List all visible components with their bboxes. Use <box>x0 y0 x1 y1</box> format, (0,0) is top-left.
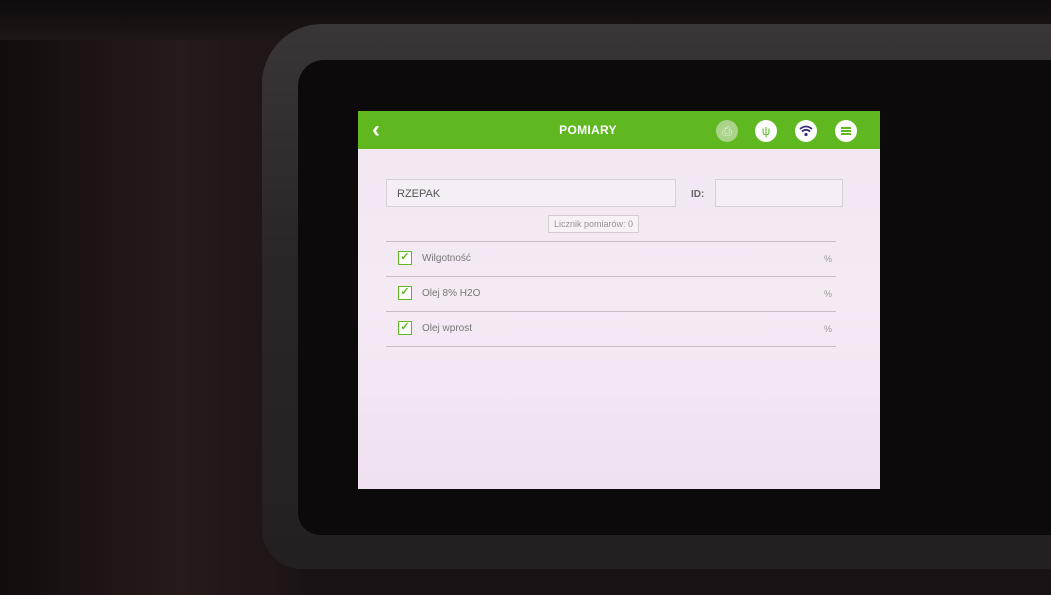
checkbox[interactable]: ✓ <box>398 251 412 265</box>
parameter-unit: % <box>823 254 832 264</box>
usb-icon[interactable]: ψ <box>755 120 777 142</box>
parameter-name: Wilgotność <box>422 253 471 264</box>
device-screen: ‹ POMIARY ⎙ ψ RZEPAK ID: Licznik pomiaró… <box>358 111 880 489</box>
menu-icon[interactable] <box>835 120 857 142</box>
wifi-icon[interactable] <box>795 120 817 142</box>
id-field[interactable] <box>715 179 843 207</box>
measurement-counter-badge: Licznik pomiarów: 0 <box>548 215 640 233</box>
list-item[interactable]: ✓ Wilgotność % <box>386 241 836 276</box>
parameter-list: ✓ Wilgotność % ✓ Olej 8% H2O % ✓ Olej wp… <box>386 241 836 347</box>
parameter-name: Olej 8% H2O <box>422 288 481 299</box>
page-title: POMIARY <box>559 123 617 137</box>
chevron-left-icon[interactable]: ‹ <box>364 117 388 143</box>
list-item[interactable]: ✓ Olej 8% H2O % <box>386 276 836 311</box>
sample-name-field[interactable]: RZEPAK <box>386 179 676 207</box>
id-label: ID: <box>691 189 705 200</box>
parameter-unit: % <box>823 324 832 334</box>
parameter-name: Olej wprost <box>422 323 473 334</box>
list-item[interactable]: ✓ Olej wprost % <box>386 311 836 347</box>
printer-icon[interactable]: ⎙ <box>716 120 738 142</box>
parameter-unit: % <box>823 289 832 299</box>
checkbox[interactable]: ✓ <box>398 286 412 300</box>
background-room <box>0 0 300 595</box>
top-bar: ‹ POMIARY ⎙ ψ <box>358 111 880 149</box>
checkbox[interactable]: ✓ <box>398 321 412 335</box>
